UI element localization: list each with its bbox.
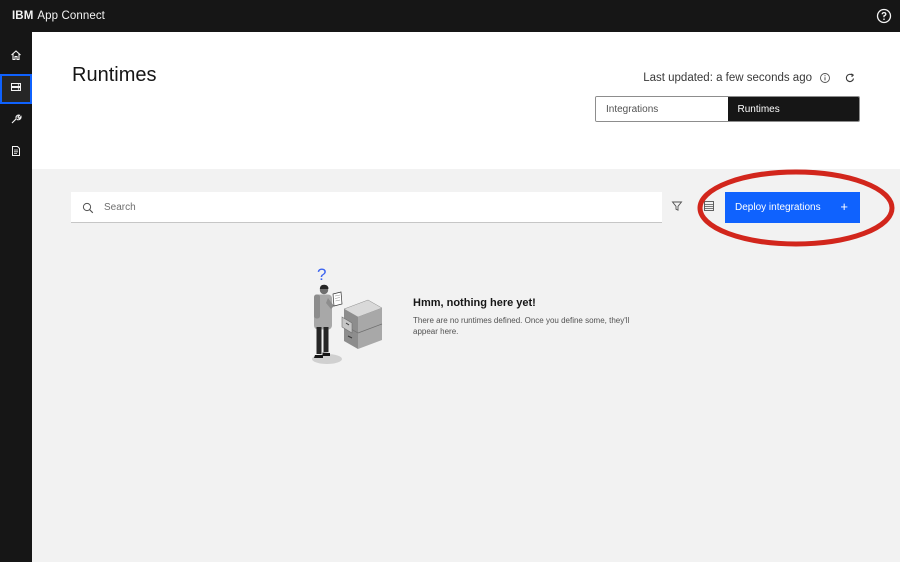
app-brand[interactable]: IBM App Connect [0,10,105,22]
deploy-button-label: Deploy integrations [735,202,821,213]
table-view-button[interactable] [699,199,719,217]
brand-name: App Connect [37,10,105,22]
content-switcher: Integrations Runtimes [595,96,860,122]
plus-icon: + [840,199,848,214]
empty-state-description: There are no runtimes defined. Once you … [413,316,630,336]
table-view-icon [703,199,715,217]
question-mark-glyph: ? [317,265,326,284]
tab-integrations[interactable]: Integrations [596,97,728,121]
empty-state-title: Hmm, nothing here yet! [413,297,536,309]
top-bar: IBM App Connect [0,0,900,32]
search-bar [71,192,662,223]
side-nav [0,32,32,562]
last-updated: Last updated: a few seconds ago [643,72,856,84]
search-icon [82,201,94,214]
search-input[interactable] [104,201,644,213]
document-icon [10,144,22,162]
runtimes-icon [10,80,22,98]
nav-runtimes[interactable] [0,74,32,104]
filter-icon [671,199,683,217]
nav-home[interactable] [0,42,32,72]
last-updated-text: Last updated: a few seconds ago [643,72,812,84]
nav-documents[interactable] [0,138,32,168]
empty-state-illustration: ? [300,263,390,373]
refresh-icon[interactable] [844,72,856,84]
nav-tools[interactable] [0,106,32,136]
tab-runtimes[interactable]: Runtimes [727,97,859,121]
page-title: Runtimes [72,64,157,86]
info-icon[interactable] [819,72,831,84]
brand-prefix: IBM [12,10,34,22]
home-icon [10,48,22,66]
filter-button[interactable] [667,199,687,217]
help-icon[interactable] [876,8,892,24]
wrench-icon [10,112,22,130]
deploy-integrations-button[interactable]: Deploy integrations + [725,192,860,223]
page-header: Runtimes Last updated: a few seconds ago… [32,32,900,169]
